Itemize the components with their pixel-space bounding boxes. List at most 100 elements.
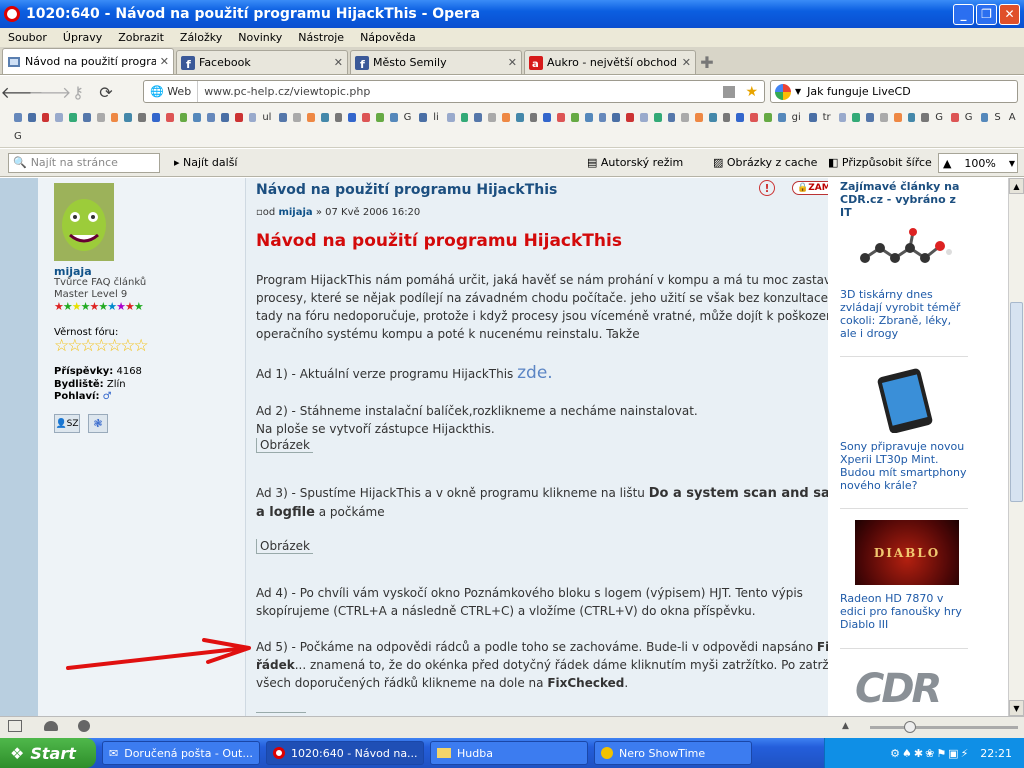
tray-icons[interactable]: ⚙♠✱❀⚑▣⚡ <box>890 747 970 760</box>
minimize-button[interactable]: _ <box>953 3 974 25</box>
find-next-button[interactable]: ▸ Najít další <box>174 156 238 169</box>
bookmark-favicon-icon[interactable] <box>866 113 875 122</box>
bookmark-favicon-icon[interactable] <box>279 113 288 122</box>
close-button[interactable]: ✕ <box>999 3 1020 25</box>
bookmark-favicon-icon[interactable] <box>446 113 455 122</box>
sidebar-article-link[interactable]: Radeon HD 7870 v edici pro fanoušky hry … <box>840 592 968 631</box>
zoom-select[interactable]: ▲ 100% ▼ <box>938 153 1018 173</box>
bookmark-favicon-icon[interactable] <box>193 113 202 122</box>
bookmark-favicon-icon[interactable] <box>138 113 146 122</box>
menu-zobrazit[interactable]: Zobrazit <box>110 31 172 44</box>
bookmark-favicon-icon[interactable] <box>362 113 371 122</box>
private-message-button[interactable]: 👤 SZ <box>54 414 80 433</box>
menu-upravy[interactable]: Úpravy <box>55 31 110 44</box>
panel-toggle-icon[interactable] <box>8 720 22 732</box>
bookmark-favicon-icon[interactable] <box>653 113 662 122</box>
bookmark-label[interactable]: S <box>994 112 1000 123</box>
scroll-down-button[interactable]: ▼ <box>1009 700 1024 716</box>
chevron-down-icon[interactable]: ▼ <box>1009 159 1015 168</box>
diablo-image[interactable]: DIABLO <box>855 520 959 585</box>
bookmark-favicon-icon[interactable] <box>248 113 257 122</box>
bookmark-favicon-icon[interactable] <box>124 113 133 122</box>
bookmark-favicon-icon[interactable] <box>220 113 229 122</box>
post-author-link[interactable]: mijaja <box>278 207 312 218</box>
images-cache-button[interactable]: ▨ Obrázky z cache <box>713 156 817 169</box>
bookmark-star-icon[interactable]: ★ <box>745 84 758 100</box>
find-input[interactable]: 🔍 Najít na stránce <box>8 152 160 173</box>
bookmark-favicon-icon[interactable] <box>557 113 565 122</box>
scroll-thumb[interactable] <box>1010 302 1023 502</box>
smartphone-image[interactable] <box>855 368 959 433</box>
new-tab-button[interactable]: ✚ <box>698 53 716 72</box>
bookmark-favicon-icon[interactable] <box>376 113 384 122</box>
search-dropdown-icon[interactable]: ▼ <box>795 87 801 96</box>
bookmark-favicon-icon[interactable] <box>570 113 579 122</box>
tab-mesto-semily[interactable]: f Město Semily ✕ <box>350 50 522 74</box>
zoom-out-icon[interactable]: ▲ <box>842 721 849 731</box>
tab-hijackthis[interactable]: Návod na použití progra... ✕ <box>2 48 174 74</box>
menu-nastroje[interactable]: Nástroje <box>290 31 352 44</box>
author-mode-button[interactable]: ▤ Autorský režim <box>587 156 683 169</box>
bookmark-favicon-icon[interactable] <box>419 113 428 122</box>
sidebar-article-link[interactable]: 3D tiskárny dnes zvládají vyrobit téměř … <box>840 288 968 340</box>
bookmark-favicon-icon[interactable] <box>14 113 22 122</box>
tab-close-icon[interactable]: ✕ <box>508 56 517 69</box>
bookmark-favicon-icon[interactable] <box>515 113 524 122</box>
zoom-up-icon[interactable]: ▲ <box>943 157 951 170</box>
address-field[interactable]: 🌐 Web www.pc-help.cz/viewtopic.php ★ <box>143 80 765 103</box>
key-icon[interactable]: ⚷ <box>64 80 92 104</box>
bookmark-favicon-icon[interactable] <box>293 113 302 122</box>
bookmark-favicon-icon[interactable] <box>808 113 817 122</box>
bookmark-favicon-icon[interactable] <box>722 113 731 122</box>
taskbar-outlook[interactable]: ✉ Doručená pošta - Out... <box>102 741 260 765</box>
bookmark-favicon-icon[interactable] <box>334 113 343 122</box>
bookmark-favicon-icon[interactable] <box>639 113 648 122</box>
bookmark-favicon-icon[interactable] <box>750 113 759 122</box>
bookmark-favicon-icon[interactable] <box>852 113 861 122</box>
bookmark-favicon-icon[interactable] <box>838 113 847 122</box>
tab-close-icon[interactable]: ✕ <box>682 56 691 69</box>
bookmark-favicon-icon[interactable] <box>584 113 593 122</box>
bookmark-favicon-icon[interactable] <box>82 113 91 122</box>
bookmark-favicon-icon[interactable] <box>980 113 989 122</box>
bookmark-favicon-icon[interactable] <box>96 113 105 122</box>
bookmark-favicon-icon[interactable] <box>667 113 676 122</box>
bookmark-favicon-icon[interactable] <box>950 113 959 122</box>
bookmark-label[interactable]: G <box>14 131 22 142</box>
start-button[interactable]: ❖ Start <box>0 738 96 768</box>
download-link[interactable]: zde. <box>517 363 553 383</box>
bookmark-label[interactable]: li <box>433 112 439 123</box>
bookmark-favicon-icon[interactable] <box>907 113 916 122</box>
report-icon[interactable]: ! <box>759 180 775 196</box>
bookmark-favicon-icon[interactable] <box>708 113 717 122</box>
bookmark-favicon-icon[interactable] <box>736 113 745 122</box>
bookmark-favicon-icon[interactable] <box>55 113 64 122</box>
bookmark-favicon-icon[interactable] <box>695 113 703 122</box>
search-field[interactable]: ▼ Jak funguje LiveCD <box>770 80 1018 103</box>
scroll-up-button[interactable]: ▲ <box>1009 178 1024 194</box>
bookmark-label[interactable]: tr <box>823 112 831 123</box>
bookmark-favicon-icon[interactable] <box>320 113 329 122</box>
bookmark-favicon-icon[interactable] <box>764 113 772 122</box>
bookmark-favicon-icon[interactable] <box>543 113 552 122</box>
sidebar-article-link[interactable]: Sony připravuje novou Xperii LT30p Mint.… <box>840 440 968 492</box>
avatar[interactable] <box>54 183 114 261</box>
menu-novinky[interactable]: Novinky <box>230 31 290 44</box>
bookmark-favicon-icon[interactable] <box>777 113 786 122</box>
bookmark-favicon-icon[interactable] <box>179 113 188 122</box>
bookmark-favicon-icon[interactable] <box>234 113 243 122</box>
bookmark-favicon-icon[interactable] <box>307 113 315 122</box>
taskbar-nero[interactable]: Nero ShowTime <box>594 741 752 765</box>
bookmark-favicon-icon[interactable] <box>474 113 483 122</box>
bookmark-favicon-icon[interactable] <box>41 113 50 122</box>
bookmark-favicon-icon[interactable] <box>921 113 930 122</box>
taskbar-hudba[interactable]: Hudba <box>430 741 588 765</box>
zoom-slider[interactable] <box>870 721 1018 733</box>
bookmark-favicon-icon[interactable] <box>488 113 496 122</box>
bookmark-favicon-icon[interactable] <box>389 113 398 122</box>
menu-napoveda[interactable]: Nápověda <box>352 31 424 44</box>
cdr-logo[interactable]: CDR <box>855 666 942 712</box>
sidebar-header[interactable]: Zajímavé články na CDR.cz - vybráno z IT <box>840 180 968 219</box>
bookmark-favicon-icon[interactable] <box>529 113 538 122</box>
bookmark-favicon-icon[interactable] <box>893 113 902 122</box>
